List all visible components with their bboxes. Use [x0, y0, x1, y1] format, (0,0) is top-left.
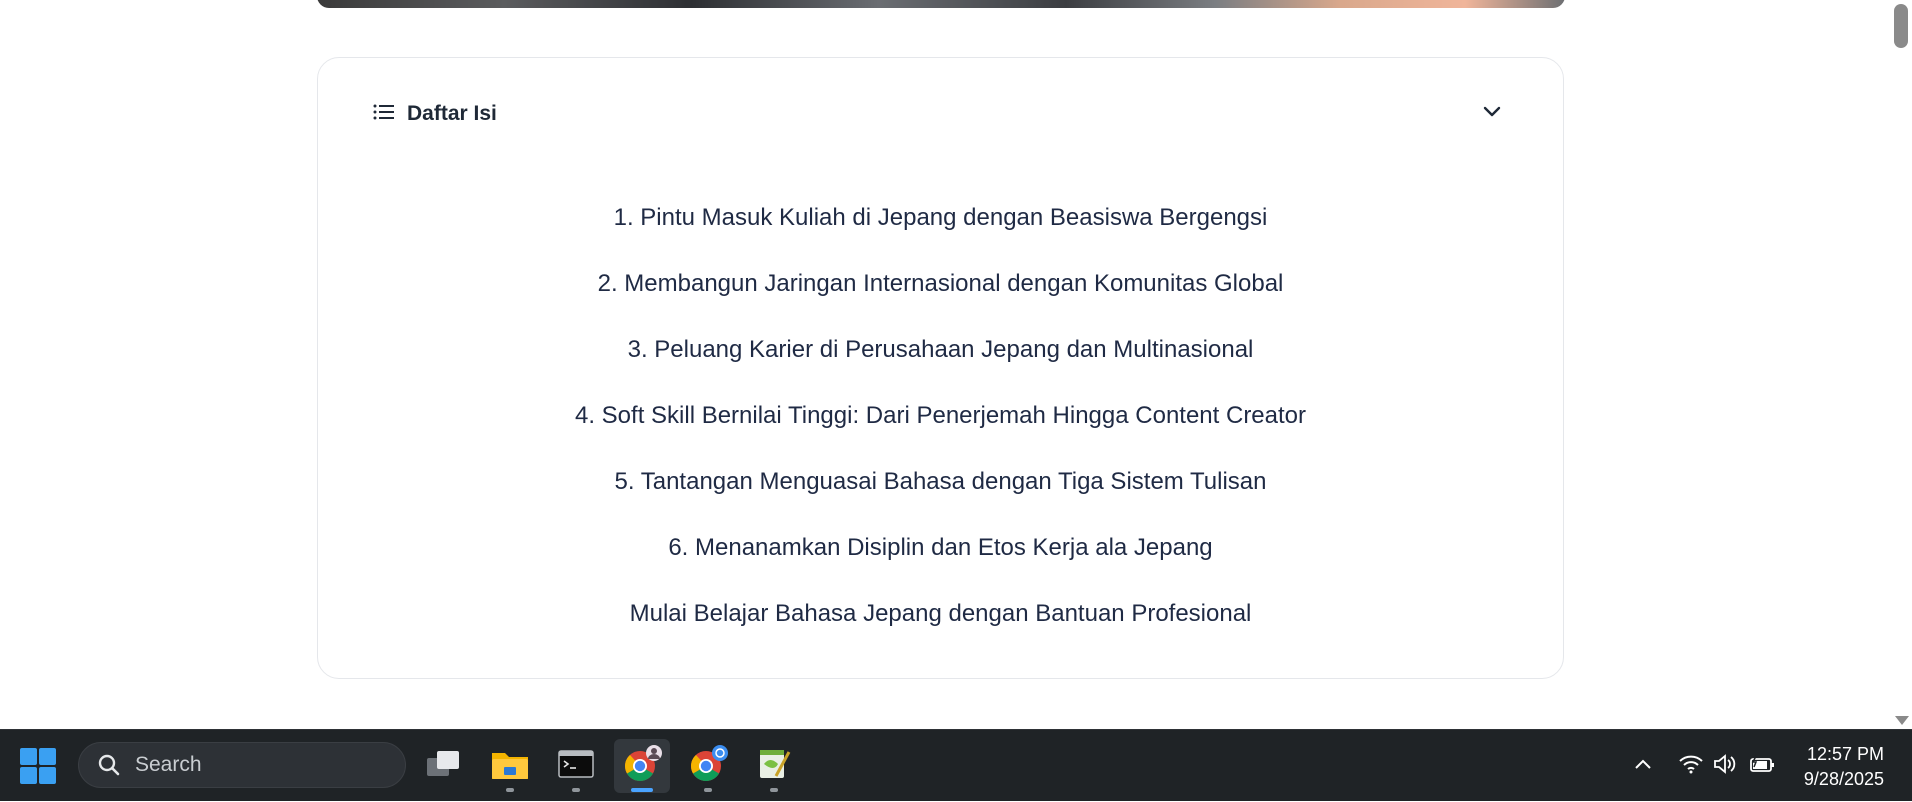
toc-list-item: Mulai Belajar Bahasa Jepang dengan Bantu…	[318, 594, 1563, 660]
clock-time: 12:57 PM	[1806, 744, 1884, 764]
toc-link-6[interactable]: 6. Menanamkan Disiplin dan Etos Kerja al…	[668, 534, 1212, 561]
search-placeholder: Search	[135, 753, 202, 776]
volume-icon	[1713, 753, 1737, 779]
app-running-indicator	[572, 788, 580, 792]
toc-list-item: 3. Peluang Karier di Perusahaan Jepang d…	[318, 330, 1563, 396]
chrome-icon	[622, 744, 662, 789]
app-active-indicator	[631, 788, 653, 792]
toc-list-item: 1. Pintu Masuk Kuliah di Jepang dengan B…	[318, 198, 1563, 264]
toc-title: Daftar Isi	[407, 102, 497, 125]
toc-list: 1. Pintu Masuk Kuliah di Jepang dengan B…	[318, 198, 1563, 660]
toc-link-2[interactable]: 2. Membangun Jaringan Internasional deng…	[598, 270, 1284, 297]
chrome-icon	[688, 744, 728, 789]
toc-link-3[interactable]: 3. Peluang Karier di Perusahaan Jepang d…	[628, 336, 1254, 363]
terminal-icon	[558, 749, 594, 784]
battery-status[interactable]	[1744, 730, 1780, 802]
wifi-status[interactable]	[1674, 730, 1708, 802]
toc-list-item: 5. Tantangan Menguasai Bahasa dengan Tig…	[318, 462, 1563, 528]
chevron-up-icon	[1634, 757, 1652, 775]
system-clock[interactable]: 12:57 PM 9/28/2025	[1804, 742, 1884, 792]
terminal-button[interactable]	[548, 739, 604, 793]
wifi-icon	[1678, 754, 1704, 779]
windows-logo-tile	[20, 767, 37, 784]
browser-viewport: Daftar Isi 1. Pintu Masuk Kuliah di Jepa…	[0, 0, 1891, 729]
article-hero-image	[317, 0, 1565, 8]
notepad-icon	[756, 746, 792, 787]
chevron-down-icon	[1483, 105, 1501, 123]
windows-taskbar: Search 12:57 PM 9/28/2025	[0, 729, 1912, 801]
battery-icon	[1748, 754, 1776, 779]
app-running-indicator	[770, 788, 778, 792]
start-button[interactable]	[20, 748, 56, 784]
table-of-contents: Daftar Isi 1. Pintu Masuk Kuliah di Jepa…	[317, 57, 1564, 679]
toc-link-5[interactable]: 5. Tantangan Menguasai Bahasa dengan Tig…	[614, 468, 1266, 495]
app-running-indicator	[506, 788, 514, 792]
windows-logo-tile	[39, 748, 56, 765]
scrollbar-thumb[interactable]	[1894, 4, 1908, 48]
toc-list-item: 2. Membangun Jaringan Internasional deng…	[318, 264, 1563, 330]
volume-status[interactable]	[1708, 730, 1742, 802]
taskbar-search-box[interactable]: Search	[78, 742, 406, 788]
windows-logo-tile	[39, 767, 56, 784]
toc-header[interactable]: Daftar Isi	[373, 94, 1508, 134]
toc-list-item: 4. Soft Skill Bernilai Tinggi: Dari Pene…	[318, 396, 1563, 462]
toc-title-group: Daftar Isi	[373, 102, 497, 126]
clock-date: 9/28/2025	[1803, 769, 1884, 789]
list-icon	[373, 103, 395, 126]
task-view-button[interactable]	[416, 739, 472, 793]
page-scrollbar[interactable]	[1891, 0, 1912, 729]
app-running-indicator	[704, 788, 712, 792]
file-explorer-button[interactable]	[482, 739, 538, 793]
toc-toggle-button[interactable]	[1476, 98, 1508, 130]
task-view-icon	[425, 748, 463, 785]
show-hidden-icons-button[interactable]	[1626, 730, 1660, 802]
chrome-profile-button[interactable]	[614, 739, 670, 793]
toc-link-7[interactable]: Mulai Belajar Bahasa Jepang dengan Bantu…	[630, 600, 1252, 627]
toc-link-4[interactable]: 4. Soft Skill Bernilai Tinggi: Dari Pene…	[575, 402, 1306, 429]
search-icon	[95, 751, 123, 779]
notepad-plus-button[interactable]	[746, 739, 802, 793]
scroll-down-arrow-icon[interactable]	[1895, 716, 1909, 725]
chrome-second-profile-button[interactable]	[680, 739, 736, 793]
windows-logo-tile	[20, 748, 37, 765]
toc-link-1[interactable]: 1. Pintu Masuk Kuliah di Jepang dengan B…	[614, 204, 1268, 231]
folder-icon	[490, 747, 530, 786]
toc-list-item: 6. Menanamkan Disiplin dan Etos Kerja al…	[318, 528, 1563, 594]
